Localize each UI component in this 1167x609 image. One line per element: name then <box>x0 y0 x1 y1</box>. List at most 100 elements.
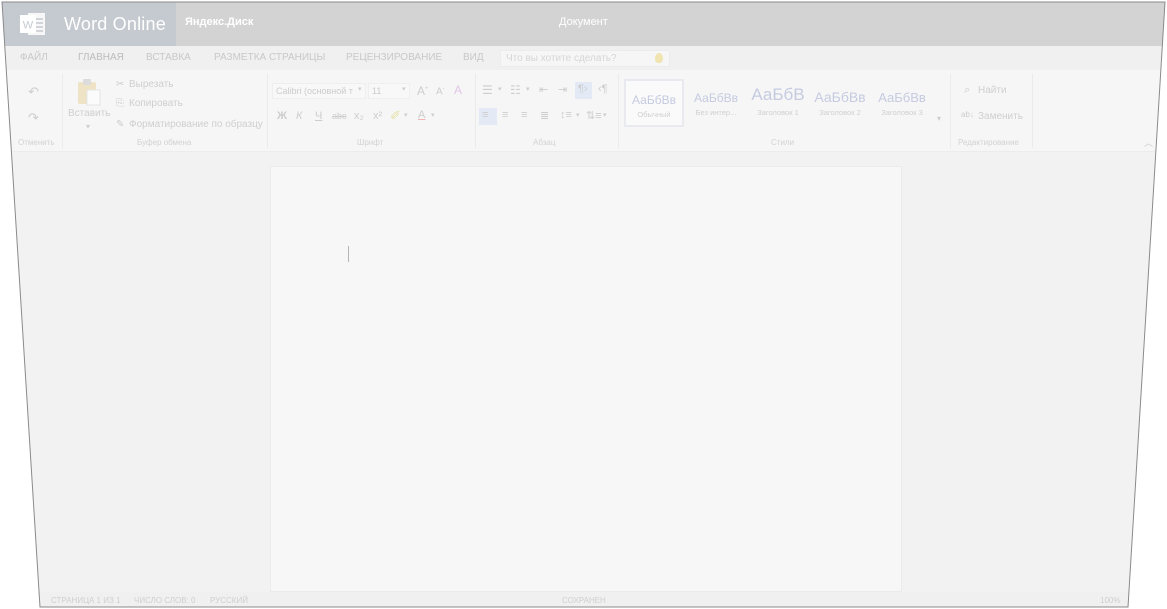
font-name-select[interactable]: Calibri (основной т <box>272 83 366 99</box>
styles-more-icon[interactable]: ▾ <box>937 114 941 123</box>
svg-text:W: W <box>23 20 34 32</box>
service-name[interactable]: Яндекс.Диск <box>185 16 253 28</box>
strikethrough-button[interactable]: abc <box>332 111 347 121</box>
bullets-icon[interactable]: ☰ <box>482 83 493 97</box>
paragraph-spacing-dropdown-icon[interactable]: ▾ <box>603 111 607 119</box>
status-language[interactable]: РУССКИЙ <box>210 596 248 605</box>
copy-icon: ⎘ <box>116 98 124 109</box>
tab-insert[interactable]: ВСТАВКА <box>146 52 191 63</box>
style-sample: АаБбВв <box>694 91 738 105</box>
grow-font-icon[interactable]: A+ <box>417 84 429 98</box>
font-group-label: Шрифт <box>357 138 384 147</box>
ribbon-home: ↶ ↷ Отменить Вставить ▾ ✂ Вырезать ⎘ Коп… <box>2 70 1165 152</box>
clipboard-group-label: Буфер обмена <box>137 138 192 147</box>
scissors-icon: ✂ <box>116 79 125 90</box>
collapse-ribbon-icon[interactable]: ︿ <box>1144 136 1153 149</box>
italic-button[interactable]: К <box>296 110 302 122</box>
paragraph-spacing-icon[interactable]: ⇅≡ <box>586 109 602 122</box>
font-size-dropdown-icon[interactable]: ▾ <box>402 85 406 93</box>
font-name-value: Calibri (основной т <box>276 86 353 96</box>
paste-dropdown-icon: ▾ <box>86 122 91 131</box>
status-zoom[interactable]: 100% <box>1100 596 1120 605</box>
numbering-icon[interactable]: ☷ <box>510 83 521 97</box>
styles-group-label: Стили <box>771 138 795 147</box>
paste-label: Вставить <box>68 108 111 119</box>
increase-indent-icon[interactable]: ⇥ <box>558 83 567 96</box>
align-right-icon[interactable]: ≡ <box>521 109 527 121</box>
subscript-button[interactable]: x₂ <box>354 110 364 122</box>
status-saved: СОХРАНЕН <box>562 596 606 605</box>
style-no-spacing[interactable]: АаБбВв Без интер... <box>686 79 746 127</box>
style-name: Заголовок 2 <box>819 108 861 117</box>
tab-view[interactable]: ВИД <box>463 52 484 63</box>
highlight-dropdown-icon[interactable]: ▾ <box>404 111 408 119</box>
group-divider <box>950 74 951 148</box>
style-name: Без интер... <box>695 108 737 117</box>
tab-file[interactable]: ФАЙЛ <box>20 52 48 63</box>
style-sample: АаБбВв <box>814 89 866 105</box>
superscript-button[interactable]: x² <box>373 110 382 122</box>
word-logo-icon: W <box>18 9 48 39</box>
replace-button[interactable]: Заменить <box>978 111 1023 122</box>
search-icon: ⌕ <box>964 84 971 96</box>
bullets-dropdown-icon[interactable]: ▾ <box>498 85 502 93</box>
find-button[interactable]: Найти <box>978 85 1007 96</box>
app-brand[interactable]: W Word Online <box>2 2 176 46</box>
group-divider <box>1032 74 1033 148</box>
tab-review[interactable]: РЕЦЕНЗИРОВАНИЕ <box>346 52 442 63</box>
lightbulb-icon <box>655 53 663 63</box>
bold-button[interactable]: Ж <box>277 110 287 122</box>
style-heading-2[interactable]: АаБбВв Заголовок 2 <box>810 79 870 127</box>
font-size-value: 11 <box>372 86 382 96</box>
font-name-dropdown-icon[interactable]: ▾ <box>358 85 362 93</box>
style-sample: АаБбВв <box>632 93 676 107</box>
format-painter-button[interactable]: Форматирование по образцу <box>129 119 263 130</box>
align-center-icon[interactable]: ≡ <box>502 109 508 121</box>
rtl-direction-icon[interactable]: ‹¶ <box>598 83 608 95</box>
group-divider <box>267 74 268 148</box>
font-color-dropdown-icon[interactable]: ▾ <box>431 111 435 119</box>
format-painter-icon: ✎ <box>116 119 125 130</box>
app-name: Word Online <box>64 13 166 34</box>
tell-me-search[interactable]: Что вы хотите сделать? <box>500 50 670 67</box>
decrease-indent-icon[interactable]: ⇤ <box>539 83 548 96</box>
style-sample: АаБбВв <box>878 90 926 105</box>
clear-formatting-icon[interactable]: A <box>454 83 462 97</box>
style-sample: АаБбВ <box>751 85 805 104</box>
document-title[interactable]: Документ <box>559 16 608 28</box>
editing-group-label: Редактирование <box>958 138 1019 147</box>
tab-page-layout[interactable]: РАЗМЕТКА СТРАНИЦЫ <box>214 52 325 63</box>
line-spacing-dropdown-icon[interactable]: ▾ <box>576 111 580 119</box>
font-color-button[interactable]: A <box>418 109 425 121</box>
style-name: Заголовок 3 <box>881 108 923 117</box>
document-page[interactable] <box>270 166 902 592</box>
text-cursor <box>348 246 349 262</box>
align-left-icon[interactable]: ≡ <box>482 109 488 121</box>
redo-icon[interactable]: ↷ <box>28 110 39 126</box>
ltr-direction-icon[interactable]: ¶› <box>578 83 588 95</box>
line-spacing-icon[interactable]: ↕≡ <box>560 109 572 121</box>
group-divider <box>618 74 619 148</box>
style-name: Обычный <box>637 110 671 119</box>
title-bar: W Word Online Яндекс.Диск Документ <box>2 2 1165 46</box>
justify-icon[interactable]: ≣ <box>540 109 549 122</box>
tab-home[interactable]: ГЛАВНАЯ <box>78 52 124 63</box>
group-divider <box>62 74 63 148</box>
shrink-font-icon[interactable]: A- <box>436 86 445 97</box>
highlight-icon[interactable]: ✐ <box>390 108 401 124</box>
underline-button[interactable]: Ч <box>315 110 322 122</box>
copy-button[interactable]: Копировать <box>129 98 183 109</box>
numbering-dropdown-icon[interactable]: ▾ <box>526 85 530 93</box>
style-normal[interactable]: АаБбВв Обычный <box>624 79 684 127</box>
undo-icon[interactable]: ↶ <box>28 84 39 100</box>
status-word-count: ЧИСЛО СЛОВ: 0 <box>134 596 196 605</box>
paste-button[interactable]: Вставить ▾ <box>66 76 112 136</box>
undo-group-label: Отменить <box>18 138 55 147</box>
style-name: Заголовок 1 <box>757 108 799 117</box>
status-page-count: СТРАНИЦА 1 ИЗ 1 <box>51 596 121 605</box>
style-heading-1[interactable]: АаБбВ Заголовок 1 <box>748 79 808 127</box>
clipboard-icon <box>78 79 101 106</box>
styles-gallery: АаБбВв Обычный АаБбВв Без интер... АаБбВ… <box>622 76 938 128</box>
style-heading-3[interactable]: АаБбВв Заголовок 3 <box>872 79 932 127</box>
cut-button[interactable]: Вырезать <box>129 79 173 90</box>
